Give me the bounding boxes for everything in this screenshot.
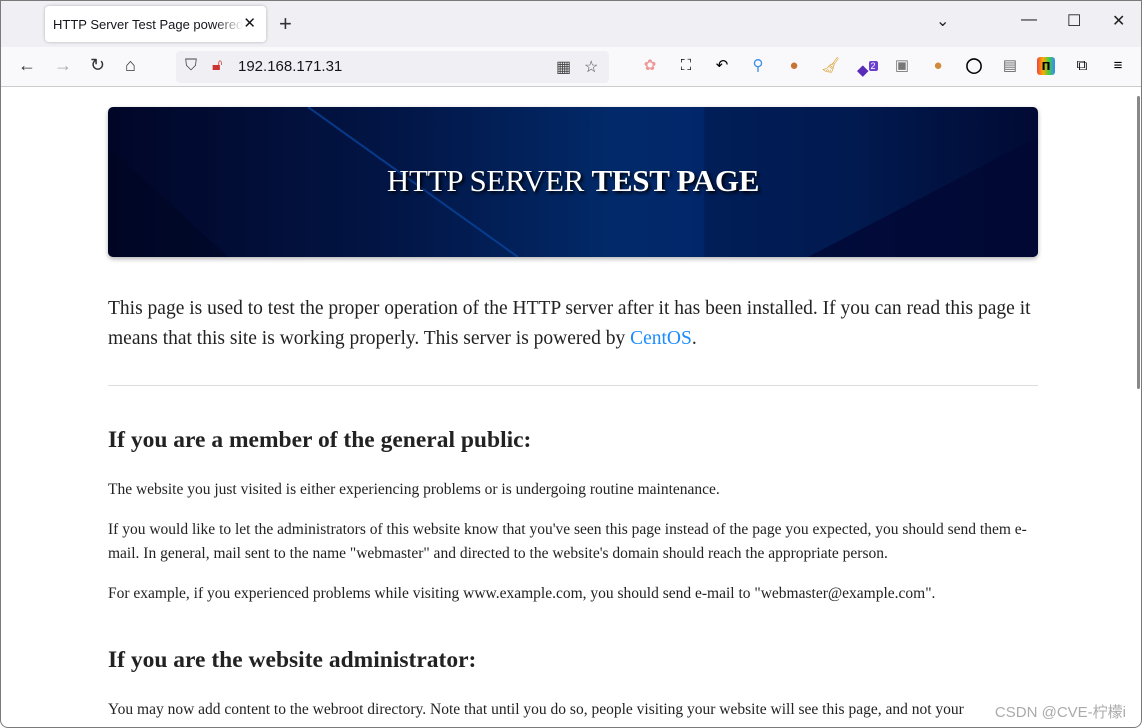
tab-bar: HTTP Server Test Page powered by CentOS …: [1, 1, 1141, 47]
qr-code-icon[interactable]: ▦: [556, 57, 571, 77]
scrollbar-thumb[interactable]: [1137, 96, 1140, 389]
cookie-editor-icon[interactable]: ●: [929, 57, 947, 75]
admin-heading: If you are the website administrator:: [108, 647, 477, 673]
address-bar[interactable]: ⛉ 🔓︎ 192.168.171.31 ▦ ☆: [176, 51, 609, 83]
maximize-button[interactable]: ☐: [1067, 11, 1081, 31]
close-tab-icon[interactable]: ✕: [243, 14, 256, 32]
forward-button[interactable]: →: [54, 55, 72, 76]
reload-button[interactable]: ↻: [90, 55, 105, 76]
url-text[interactable]: 192.168.171.31: [238, 58, 342, 75]
admin-paragraph-1: You may now add content to the webroot d…: [108, 701, 964, 718]
home-button[interactable]: ⌂: [125, 55, 136, 76]
intro-text: This page is used to test the proper ope…: [108, 298, 1031, 349]
intro-end: .: [691, 328, 697, 349]
centos-link[interactable]: CentOS: [630, 328, 692, 349]
new-tab-button[interactable]: +: [279, 11, 292, 37]
ring-icon[interactable]: ◯: [965, 57, 983, 75]
tab-title: HTTP Server Test Page powered by CentOS: [53, 16, 243, 32]
page-content: HTTP SERVER TEST PAGE This page is used …: [1, 88, 1136, 727]
broom-icon[interactable]: 🧹︎: [821, 57, 840, 75]
scrollbar[interactable]: [1135, 88, 1141, 727]
insecure-lock-icon[interactable]: 🔓︎: [212, 57, 222, 75]
tab-list-chevron-icon[interactable]: ⌄: [936, 11, 949, 31]
browser-window: HTTP Server Test Page powered by CentOS …: [0, 0, 1142, 728]
screenshot-extension-icon[interactable]: ▣: [893, 57, 911, 75]
back-button[interactable]: ←: [18, 55, 36, 76]
public-paragraph-1: The website you just visited is either e…: [108, 481, 720, 498]
tab-active[interactable]: HTTP Server Test Page powered by CentOS …: [45, 6, 266, 42]
intro-paragraph: This page is used to test the proper ope…: [108, 294, 1038, 354]
menu-icon[interactable]: ≡: [1109, 57, 1127, 75]
close-window-button[interactable]: ✕: [1112, 11, 1125, 31]
public-paragraph-3: For example, if you experienced problems…: [108, 585, 936, 602]
undo-icon[interactable]: ↶: [713, 57, 731, 75]
header-banner: HTTP SERVER TEST PAGE: [108, 107, 1038, 257]
banner-title-normal: HTTP SERVER: [386, 163, 585, 198]
divider: [108, 385, 1038, 386]
crop-icon[interactable]: ⛶: [677, 57, 695, 75]
extension-icon[interactable]: ✿: [641, 57, 659, 75]
nav-toolbar: ← → ↻ ⌂ ⛉ 🔓︎ 192.168.171.31 ▦ ☆ ✿ ⛶ ↶ ⚲ …: [1, 47, 1141, 87]
extension-badge: 2: [868, 61, 878, 71]
banner-title-bold: TEST PAGE: [591, 163, 760, 198]
pin-icon[interactable]: ⚲: [749, 57, 767, 75]
shield-icon[interactable]: ⛉: [185, 57, 197, 75]
extensions-puzzle-icon[interactable]: ⧉: [1073, 57, 1091, 75]
sidebar-extension-icon[interactable]: ▤: [1001, 57, 1019, 75]
cookie-icon[interactable]: ●: [785, 57, 803, 75]
layers-extension-icon[interactable]: ◆ 2: [857, 57, 878, 79]
rainbow-extension-icon[interactable]: п: [1037, 57, 1055, 75]
banner-title: HTTP SERVER TEST PAGE: [108, 163, 1038, 199]
watermark: CSDN @CVE-柠檬i: [992, 701, 1126, 722]
public-paragraph-2: If you would like to let the administrat…: [108, 521, 1027, 562]
bookmark-star-icon[interactable]: ☆: [584, 57, 598, 77]
minimize-button[interactable]: —: [1021, 11, 1037, 29]
public-heading: If you are a member of the general publi…: [108, 427, 532, 453]
